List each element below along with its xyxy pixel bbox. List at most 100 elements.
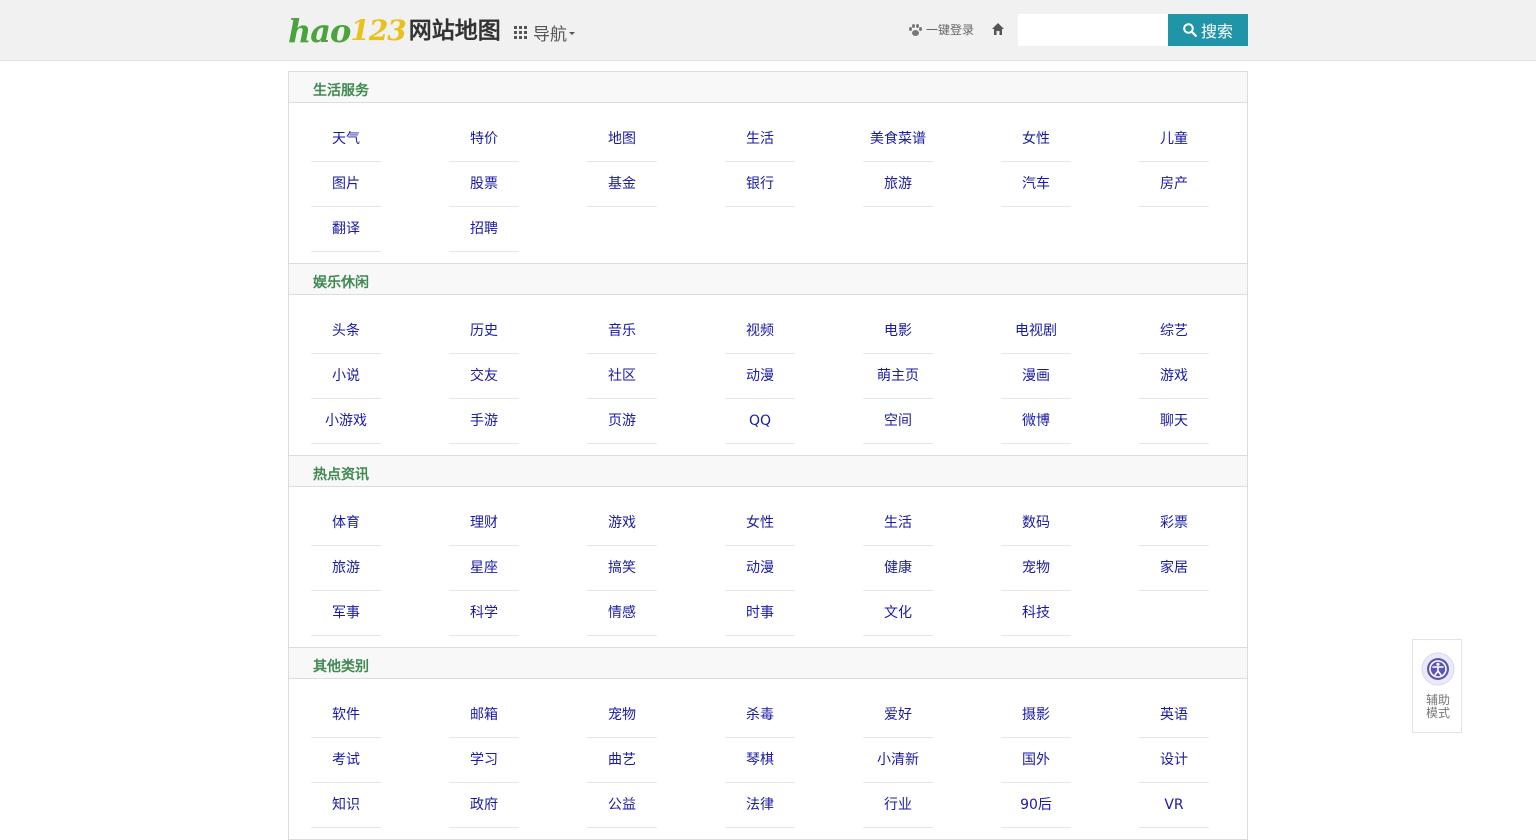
- category-link[interactable]: 漫画: [1001, 354, 1071, 399]
- section-links: 体育 理财 游戏 女性 生活 数码 彩票旅游 星座 搞笑 动漫 健康 宠物 家居军事 科学 情感 时事 文化 科技: [289, 487, 1247, 648]
- category-link[interactable]: 90后: [1001, 783, 1071, 828]
- category-link[interactable]: 理财: [449, 501, 519, 546]
- search-button[interactable]: 搜索: [1168, 14, 1248, 46]
- category-link[interactable]: VR: [1139, 783, 1209, 828]
- category-link[interactable]: 小游戏: [311, 399, 381, 444]
- category-link[interactable]: 图片: [311, 162, 381, 207]
- category-link[interactable]: 时事: [725, 591, 795, 636]
- category-link[interactable]: QQ: [725, 399, 795, 444]
- category-link[interactable]: 银行: [725, 162, 795, 207]
- assist-mode-button[interactable]: 辅助 模式: [1412, 639, 1462, 733]
- category-link[interactable]: 摄影: [1001, 693, 1071, 738]
- category-link[interactable]: 旅游: [863, 162, 933, 207]
- search-button-label: 搜索: [1200, 22, 1233, 41]
- category-link[interactable]: 邮箱: [449, 693, 519, 738]
- category-link[interactable]: 社区: [587, 354, 657, 399]
- assist-mode-label: 辅助 模式: [1425, 693, 1450, 720]
- section-header: 热点资讯: [289, 456, 1247, 487]
- section-title: 娱乐休闲: [313, 275, 369, 291]
- category-link[interactable]: 女性: [725, 501, 795, 546]
- category-link[interactable]: 体育: [311, 501, 381, 546]
- search-input[interactable]: [1018, 14, 1168, 46]
- home-icon[interactable]: [991, 22, 1005, 36]
- category-link[interactable]: 电视剧: [1001, 309, 1071, 354]
- category-link[interactable]: 宠物: [1001, 546, 1071, 591]
- category-link[interactable]: 法律: [725, 783, 795, 828]
- section-title: 热点资讯: [313, 467, 369, 483]
- category-link[interactable]: 翻译: [311, 207, 381, 252]
- category-link[interactable]: 小说: [311, 354, 381, 399]
- category-link[interactable]: 萌主页: [863, 354, 933, 399]
- category-link[interactable]: 招聘: [449, 207, 519, 252]
- category-link[interactable]: 科技: [1001, 591, 1071, 636]
- category-link[interactable]: 英语: [1139, 693, 1209, 738]
- category-link[interactable]: 宠物: [587, 693, 657, 738]
- category-link[interactable]: 数码: [1001, 501, 1071, 546]
- section-header: 其他类别: [289, 648, 1247, 679]
- category-link[interactable]: 手游: [449, 399, 519, 444]
- category-link[interactable]: 音乐: [587, 309, 657, 354]
- category-link[interactable]: 公益: [587, 783, 657, 828]
- category-link[interactable]: 房产: [1139, 162, 1209, 207]
- caret-down-icon: [569, 32, 575, 35]
- category-link[interactable]: 知识: [311, 783, 381, 828]
- category-link[interactable]: 科学: [449, 591, 519, 636]
- category-link[interactable]: 政府: [449, 783, 519, 828]
- grid-icon: [514, 26, 527, 39]
- category-link[interactable]: 电影: [863, 309, 933, 354]
- category-link[interactable]: 动漫: [725, 546, 795, 591]
- category-link[interactable]: 历史: [449, 309, 519, 354]
- category-link[interactable]: 爱好: [863, 693, 933, 738]
- category-link[interactable]: 视频: [725, 309, 795, 354]
- category-link[interactable]: 女性: [1001, 117, 1071, 162]
- hao123-logo[interactable]: hao 123 网站地图: [288, 12, 501, 48]
- category-link[interactable]: 天气: [311, 117, 381, 162]
- category-link[interactable]: 儿童: [1139, 117, 1209, 162]
- category-link[interactable]: 曲艺: [587, 738, 657, 783]
- category-link[interactable]: 游戏: [587, 501, 657, 546]
- top-bar: hao 123 网站地图 导航 一键登录 搜索: [0, 0, 1536, 61]
- category-link[interactable]: 考试: [311, 738, 381, 783]
- category-link[interactable]: 文化: [863, 591, 933, 636]
- category-link[interactable]: 军事: [311, 591, 381, 636]
- category-link[interactable]: 旅游: [311, 546, 381, 591]
- category-link[interactable]: 头条: [311, 309, 381, 354]
- category-link[interactable]: 国外: [1001, 738, 1071, 783]
- category-link[interactable]: 行业: [863, 783, 933, 828]
- category-link[interactable]: 汽车: [1001, 162, 1071, 207]
- category-link[interactable]: 聊天: [1139, 399, 1209, 444]
- category-link[interactable]: 动漫: [725, 354, 795, 399]
- nav-label: 导航: [533, 25, 567, 45]
- category-link[interactable]: 彩票: [1139, 501, 1209, 546]
- category-link[interactable]: 基金: [587, 162, 657, 207]
- nav-dropdown[interactable]: 导航: [514, 20, 575, 45]
- category-link[interactable]: 页游: [587, 399, 657, 444]
- one-click-login[interactable]: 一键登录: [909, 21, 974, 38]
- category-link[interactable]: 微博: [1001, 399, 1071, 444]
- category-link[interactable]: 交友: [449, 354, 519, 399]
- category-link[interactable]: 杀毒: [725, 693, 795, 738]
- category-link[interactable]: 小清新: [863, 738, 933, 783]
- category-link[interactable]: 特价: [449, 117, 519, 162]
- category-link[interactable]: 学习: [449, 738, 519, 783]
- category-link[interactable]: 股票: [449, 162, 519, 207]
- category-link[interactable]: 地图: [587, 117, 657, 162]
- category-link[interactable]: 健康: [863, 546, 933, 591]
- category-link[interactable]: 综艺: [1139, 309, 1209, 354]
- accessibility-icon: [1421, 652, 1455, 686]
- logo-hao: hao: [288, 12, 351, 50]
- category-link[interactable]: 游戏: [1139, 354, 1209, 399]
- category-link[interactable]: 生活: [863, 501, 933, 546]
- category-link[interactable]: 星座: [449, 546, 519, 591]
- category-link[interactable]: 美食菜谱: [863, 117, 933, 162]
- category-link[interactable]: 软件: [311, 693, 381, 738]
- section-links: 软件 邮箱 宠物 杀毒 爱好 摄影 英语考试 学习 曲艺 琴棋 小清新 国外 设计知识 政府 公益 法律 行业 9…: [289, 679, 1247, 840]
- category-link[interactable]: 情感: [587, 591, 657, 636]
- category-link[interactable]: 琴棋: [725, 738, 795, 783]
- category-link[interactable]: 空间: [863, 399, 933, 444]
- category-link[interactable]: 搞笑: [587, 546, 657, 591]
- category-link[interactable]: 生活: [725, 117, 795, 162]
- search-icon: [1183, 23, 1197, 37]
- category-link[interactable]: 设计: [1139, 738, 1209, 783]
- category-link[interactable]: 家居: [1139, 546, 1209, 591]
